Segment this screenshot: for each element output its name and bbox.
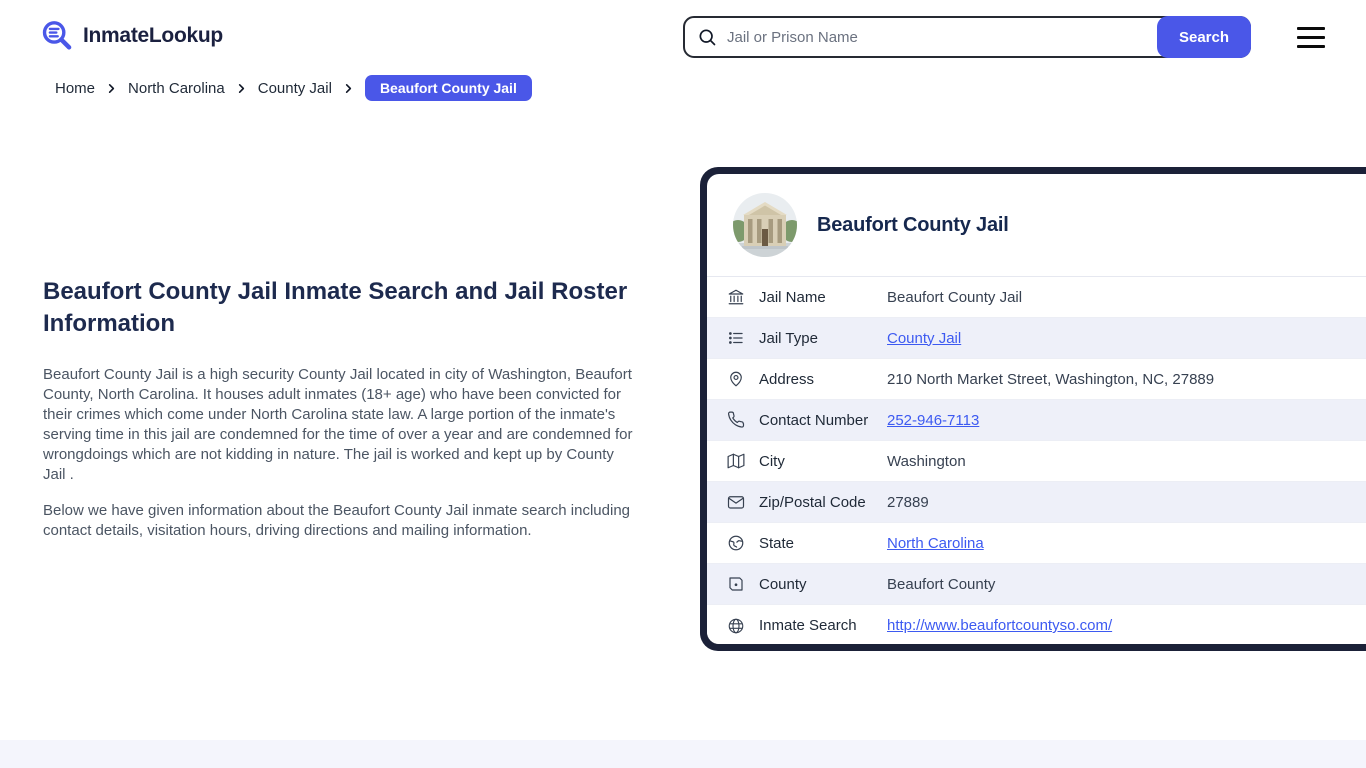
chevron-right-icon — [343, 83, 354, 94]
row-label: Jail Type — [759, 330, 887, 347]
breadcrumb-home[interactable]: Home — [55, 80, 95, 97]
row-label: Zip/Postal Code — [759, 494, 887, 511]
search-bar: Search — [683, 16, 1251, 58]
jail-info-card: Beaufort County Jail Jail Name Beaufort … — [700, 167, 1366, 651]
phone-icon — [727, 411, 745, 429]
jail-type-link[interactable]: County Jail — [887, 330, 961, 347]
breadcrumb-current-badge: Beaufort County Jail — [365, 75, 532, 101]
chevron-right-icon — [236, 83, 247, 94]
magnifier-list-icon — [40, 19, 74, 53]
article: Beaufort County Jail Inmate Search and J… — [43, 276, 635, 557]
hamburger-menu-icon[interactable] — [1297, 27, 1325, 48]
globe-search-icon — [727, 617, 745, 635]
footer-strip — [0, 740, 1366, 768]
table-row-jail-name: Jail Name Beaufort County Jail — [707, 277, 1366, 318]
row-label: State — [759, 535, 887, 552]
table-row-address: Address 210 North Market Street, Washing… — [707, 359, 1366, 400]
table-row-inmate-search: Inmate Search http://www.beaufortcountys… — [707, 605, 1366, 644]
row-value: 27889 — [887, 494, 929, 511]
globe-icon — [727, 534, 745, 552]
jail-photo — [733, 193, 797, 257]
table-row-county: County Beaufort County — [707, 564, 1366, 605]
map-pin-icon — [727, 370, 745, 388]
contact-number-link[interactable]: 252-946-7113 — [887, 412, 979, 429]
row-label: County — [759, 576, 887, 593]
table-row-jail-type: Jail Type County Jail — [707, 318, 1366, 359]
row-value: Washington — [887, 453, 966, 470]
page-title: Beaufort County Jail Inmate Search and J… — [43, 276, 635, 340]
breadcrumb-jail-type[interactable]: County Jail — [258, 80, 332, 97]
breadcrumb-state[interactable]: North Carolina — [128, 80, 225, 97]
row-label: Inmate Search — [759, 617, 887, 634]
card-header: Beaufort County Jail — [707, 174, 1366, 277]
map-icon — [727, 452, 745, 470]
row-label: Address — [759, 371, 887, 388]
row-label: Contact Number — [759, 412, 887, 429]
list-icon — [727, 329, 745, 347]
mail-icon — [727, 493, 745, 511]
card-title: Beaufort County Jail — [817, 214, 1009, 237]
brand-name: InmateLookup — [83, 24, 223, 48]
table-row-zip: Zip/Postal Code 27889 — [707, 482, 1366, 523]
search-button[interactable]: Search — [1157, 16, 1251, 58]
chevron-right-icon — [106, 83, 117, 94]
row-value: Beaufort County Jail — [887, 289, 1022, 306]
county-marker-icon — [727, 575, 745, 593]
search-icon — [697, 27, 717, 47]
table-row-contact: Contact Number 252-946-7113 — [707, 400, 1366, 441]
row-value: Beaufort County — [887, 576, 995, 593]
breadcrumb: Home North Carolina County Jail Beaufort… — [55, 75, 532, 101]
info-paragraph: Below we have given information about th… — [43, 501, 635, 541]
inmate-search-link[interactable]: http://www.beaufortcountyso.com/ — [887, 617, 1112, 634]
row-label: City — [759, 453, 887, 470]
state-link[interactable]: North Carolina — [887, 535, 984, 552]
table-row-city: City Washington — [707, 441, 1366, 482]
row-label: Jail Name — [759, 289, 887, 306]
bank-icon — [727, 288, 745, 306]
row-value: 210 North Market Street, Washington, NC,… — [887, 371, 1214, 388]
intro-paragraph: Beaufort County Jail is a high security … — [43, 365, 635, 485]
brand-logo[interactable]: InmateLookup — [40, 19, 223, 53]
table-row-state: State North Carolina — [707, 523, 1366, 564]
